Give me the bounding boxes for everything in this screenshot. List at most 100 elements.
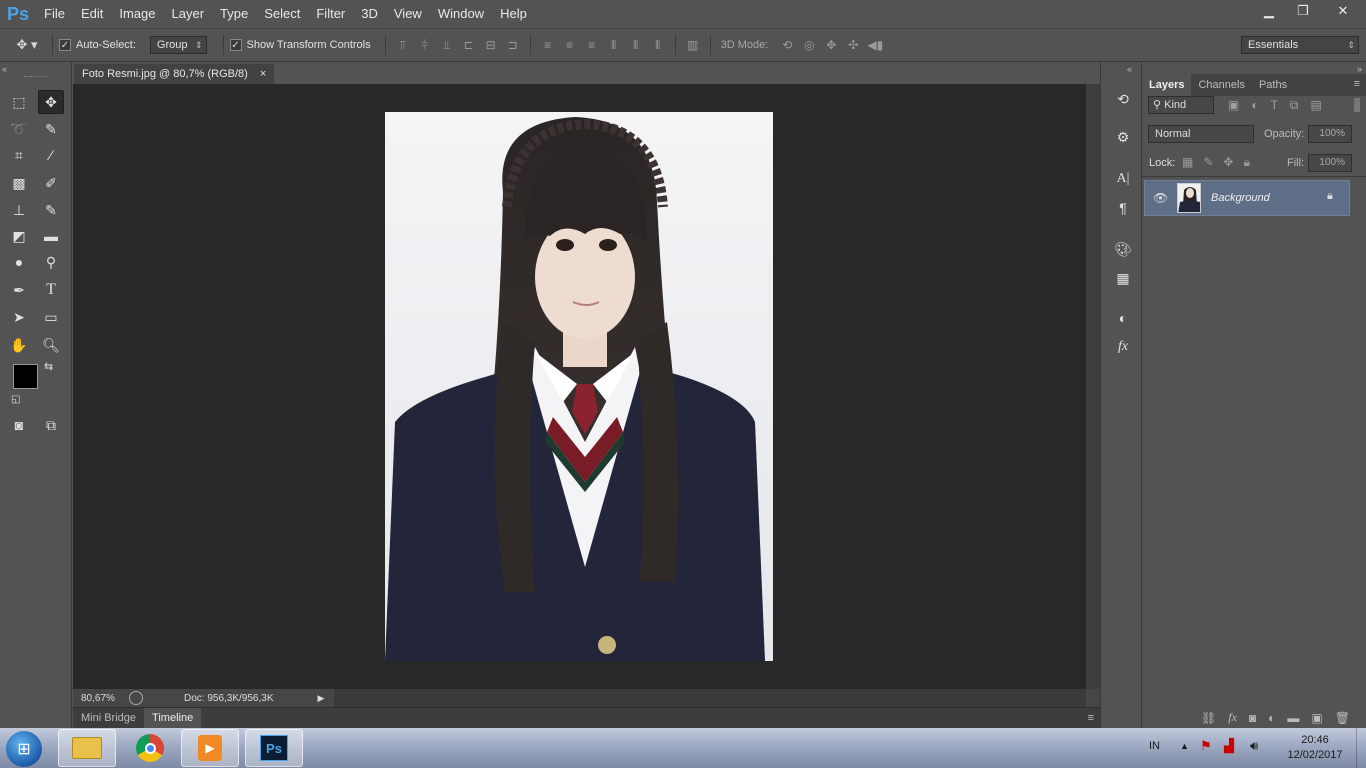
auto-select-checkbox[interactable]: ✓ (59, 39, 71, 51)
quick-mask-icon[interactable]: ◙ (6, 413, 32, 437)
tab-layers[interactable]: Layers (1142, 74, 1192, 96)
menu-select[interactable]: Select (256, 0, 308, 28)
document-tab[interactable]: Foto Resmi.jpg @ 80,7% (RGB/8) × (74, 64, 275, 84)
foreground-color-swatch[interactable] (13, 364, 38, 389)
zoom-level[interactable]: 80,67% (81, 693, 127, 704)
align-bottom-icon[interactable]: ⫫ (436, 35, 458, 55)
3d-pan-icon[interactable]: ✥ (820, 35, 842, 55)
character-icon[interactable]: A| (1112, 168, 1134, 190)
panel-menu-icon[interactable]: ≡ (1088, 712, 1094, 724)
layer-style-fx-icon[interactable]: fx (1228, 710, 1237, 725)
menu-edit[interactable]: Edit (73, 0, 111, 28)
properties-icon[interactable]: ⚙ (1112, 126, 1134, 148)
collapse-toolbar-icon[interactable]: « (2, 64, 7, 74)
menu-layer[interactable]: Layer (164, 0, 213, 28)
tab-mini-bridge[interactable]: Mini Bridge (73, 708, 144, 729)
menu-filter[interactable]: Filter (308, 0, 353, 28)
minimize-button[interactable]: ▁ (1252, 0, 1286, 22)
status-menu-arrow-icon[interactable]: ▶ (318, 693, 325, 704)
menu-window[interactable]: Window (430, 0, 492, 28)
clock[interactable]: 20:46 12/02/2017 (1282, 733, 1348, 763)
screen-mode-icon[interactable]: ⧉ (38, 413, 64, 437)
adjustment-layer-icon[interactable]: ◐ (1268, 711, 1275, 725)
crop-icon[interactable]: ⌗ (6, 143, 32, 167)
new-layer-icon[interactable]: ▣ (1311, 711, 1322, 725)
document-canvas-photo[interactable] (385, 112, 773, 661)
gradient-icon[interactable]: ▬ (38, 224, 64, 248)
layer-filter-dropdown[interactable]: ⚲ Kind (1148, 96, 1214, 114)
quick-selection-icon[interactable]: ✎ (38, 117, 64, 141)
align-vcenter-icon[interactable]: ⫩ (414, 35, 436, 55)
align-hcenter-icon[interactable]: ⊟ (480, 35, 502, 55)
add-mask-icon[interactable]: ◙ (1249, 711, 1256, 725)
taskbar-chrome[interactable] (121, 729, 179, 767)
distribute-top-icon[interactable]: ≡ (537, 35, 559, 55)
menu-type[interactable]: Type (212, 0, 256, 28)
opacity-field[interactable]: 100% (1308, 125, 1352, 143)
toolbar-grip[interactable] (24, 76, 48, 78)
hand-icon[interactable]: ✋ (6, 333, 32, 357)
align-top-icon[interactable]: ⫪ (392, 35, 414, 55)
dodge-icon[interactable]: ⚲ (38, 250, 64, 274)
close-document-icon[interactable]: × (260, 68, 266, 80)
move-tool-icon[interactable]: ✥ (38, 90, 64, 114)
menu-image[interactable]: Image (111, 0, 163, 28)
volume-icon[interactable]: 🔊︎ (1250, 738, 1258, 754)
distribute-hcenter-icon[interactable]: ⦀ (625, 35, 647, 55)
spot-healing-icon[interactable]: ▩ (6, 171, 32, 195)
adjustments-icon[interactable]: ◐ (1112, 307, 1134, 329)
clone-stamp-icon[interactable]: ⊥ (6, 198, 32, 222)
eraser-icon[interactable]: ◩ (6, 224, 32, 248)
align-right-icon[interactable]: ⊐ (502, 35, 524, 55)
delete-layer-icon[interactable]: 🗑︎ (1335, 711, 1350, 725)
move-tool-preset-icon[interactable]: ✥ ▾ (8, 35, 46, 55)
distribute-left-icon[interactable]: ⦀ (603, 35, 625, 55)
align-left-icon[interactable]: ⊏ (458, 35, 480, 55)
path-selection-icon[interactable]: ➤ (6, 305, 32, 329)
auto-align-icon[interactable]: ▥ (682, 35, 704, 55)
collapse-panels-icon[interactable]: » (1357, 64, 1362, 74)
vertical-scrollbar[interactable] (1086, 84, 1100, 689)
blur-icon[interactable]: ● (6, 250, 32, 274)
taskbar-media-player[interactable]: ▶ (181, 729, 239, 767)
action-center-icon[interactable]: ⚑ (1200, 738, 1212, 754)
lasso-icon[interactable]: ➰ (6, 117, 32, 141)
lock-option-icons[interactable]: ▦✎✥🔒︎ (1182, 155, 1260, 170)
default-colors-icon[interactable]: ◱ (11, 394, 20, 405)
link-layers-icon[interactable]: ⛓︎ (1201, 711, 1216, 725)
menu-file[interactable]: File (36, 0, 73, 28)
status-info-icon[interactable] (129, 691, 143, 705)
type-icon[interactable]: T (38, 278, 64, 302)
filter-toggle[interactable] (1354, 98, 1360, 112)
layer-row-background[interactable]: 👁︎ Background 🔒︎ (1144, 180, 1350, 216)
start-button[interactable]: ⊞ (6, 731, 42, 767)
show-transform-checkbox[interactable]: ✓ (229, 39, 242, 51)
collapse-strip-icon[interactable]: « (1127, 64, 1132, 74)
distribute-vcenter-icon[interactable]: ≡ (559, 35, 581, 55)
eyedropper-icon[interactable]: ⁄ (38, 143, 64, 167)
taskbar-photoshop[interactable]: Ps (245, 729, 303, 767)
swap-colors-icon[interactable]: ⇆ (44, 360, 53, 373)
horizontal-scrollbar[interactable] (334, 689, 1086, 707)
fill-field[interactable]: 100% (1308, 154, 1352, 172)
history-brush-icon[interactable]: ✎ (38, 198, 64, 222)
layers-panel-menu-icon[interactable]: ≡ (1348, 74, 1366, 96)
menu-3d[interactable]: 3D (353, 0, 386, 28)
styles-fx-icon[interactable]: fx (1112, 336, 1134, 358)
menu-view[interactable]: View (386, 0, 430, 28)
distribute-bottom-icon[interactable]: ≡ (581, 35, 603, 55)
network-icon[interactable]: ▟ (1224, 738, 1234, 754)
tab-timeline[interactable]: Timeline (144, 707, 202, 729)
menu-help[interactable]: Help (492, 0, 535, 28)
taskbar-file-explorer[interactable] (58, 729, 116, 767)
paragraph-icon[interactable]: ¶ (1112, 197, 1134, 219)
distribute-right-icon[interactable]: ⦀ (647, 35, 669, 55)
3d-rotate-icon[interactable]: ⟲ (776, 35, 798, 55)
color-palette-icon[interactable]: 🎨︎ (1112, 238, 1134, 260)
restore-button[interactable]: ❐ (1286, 0, 1320, 22)
auto-select-target-dropdown[interactable]: Group (149, 36, 207, 54)
auto-select-option[interactable]: ✓ Auto-Select: (59, 39, 136, 51)
layer-filter-type-icons[interactable]: ▣◐T⧉▤ (1228, 98, 1334, 113)
layer-name[interactable]: Background (1211, 192, 1270, 204)
rectangular-marquee-icon[interactable]: ⬚ (6, 90, 32, 114)
